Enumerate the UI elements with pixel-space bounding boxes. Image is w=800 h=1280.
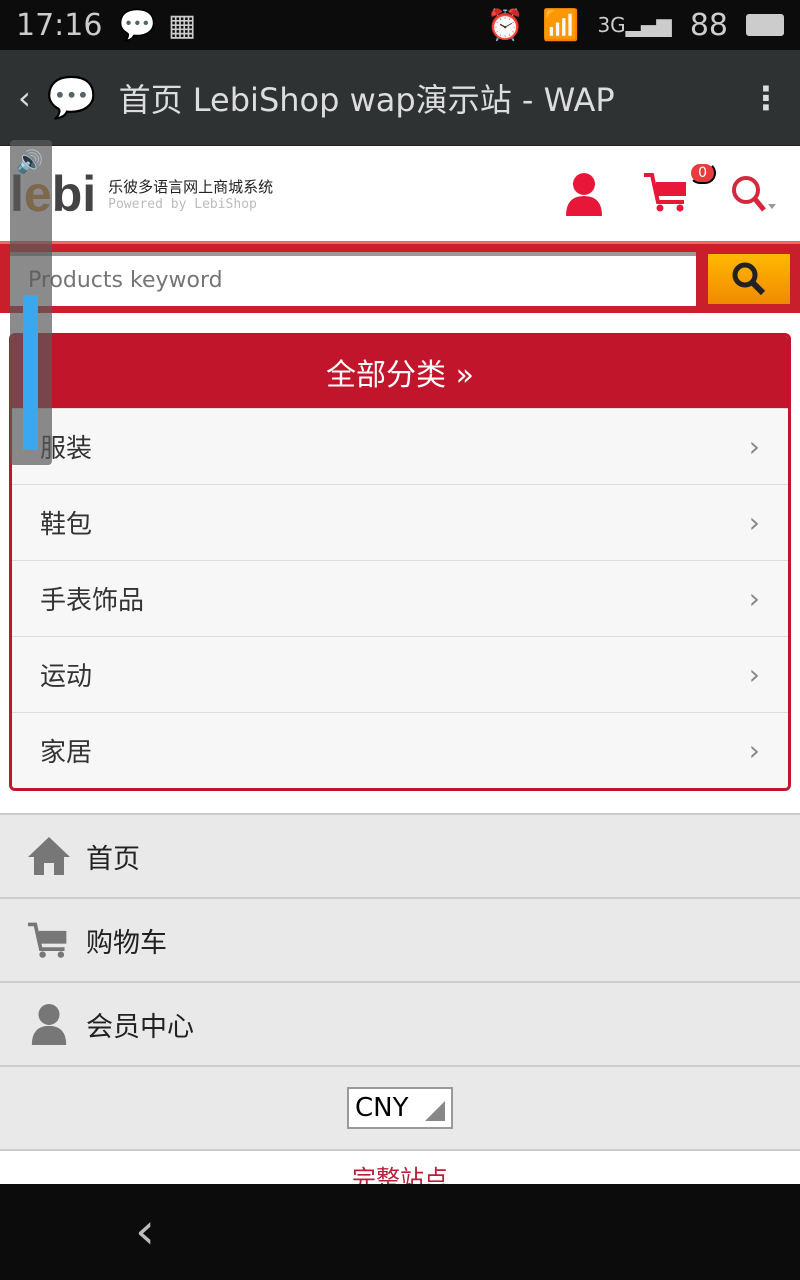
chat-icon: 💬 [118, 7, 156, 43]
site-header: lebi 乐彼多语言网上商城系统 Powered by LebiShop 0 [0, 146, 800, 241]
clock: 17:16 [16, 7, 103, 43]
chevron-right-icon: › [748, 430, 760, 463]
nav-label: 首页 [86, 843, 140, 875]
speaker-icon: 🔊 [16, 150, 44, 175]
all-categories-link[interactable]: 全部分类 » [12, 336, 788, 408]
search-input[interactable] [10, 251, 696, 306]
nav-cart[interactable]: 购物车 [0, 899, 800, 983]
more-menu-button[interactable]: ⋮ [750, 79, 782, 117]
user-icon[interactable] [564, 172, 604, 216]
powered-by: Powered by LebiShop [108, 196, 257, 212]
chevron-right-icon: › [748, 734, 760, 767]
wechat-icon: 💬 [46, 75, 97, 121]
search-icon[interactable] [730, 174, 776, 214]
slogan: 乐彼多语言网上商城系统 [108, 177, 274, 196]
category-item[interactable]: 运动 › [12, 636, 788, 712]
cart-button[interactable]: 0 [644, 161, 716, 216]
system-back-button[interactable]: ‹ [135, 1202, 155, 1260]
battery-level: 88 [689, 7, 728, 43]
category-panel: 全部分类 » 服装 › 鞋包 › 手表饰品 › 运动 › 家居 › [9, 333, 791, 791]
category-item[interactable]: 鞋包 › [12, 484, 788, 560]
cart-icon [644, 172, 686, 211]
nav-label: 会员中心 [86, 1011, 194, 1043]
nav-member[interactable]: 会员中心 [0, 983, 800, 1067]
category-label: 鞋包 [40, 510, 93, 540]
wifi-icon: 📶 [542, 7, 580, 43]
nav-home[interactable]: 首页 [0, 815, 800, 899]
dropdown-arrow-icon [425, 1101, 445, 1121]
bottom-nav: 首页 购物车 会员中心 CNY 完整站点 [0, 813, 800, 1194]
status-bar: 17:16 💬 ▦ ⏰ 📶 3G▂▄▆ 88 [0, 0, 800, 50]
alarm-icon: ⏰ [486, 7, 525, 43]
battery-icon [746, 14, 784, 36]
volume-level [23, 295, 38, 450]
category-label: 家居 [40, 738, 93, 768]
search-bar [0, 241, 800, 313]
chevron-right-icon: › [748, 658, 760, 691]
system-nav-bar: ‹ [0, 1184, 800, 1280]
category-item[interactable]: 手表饰品 › [12, 560, 788, 636]
user-icon [31, 1003, 67, 1045]
chevron-right-icon: › [748, 506, 760, 539]
page-title: 首页 LebiShop wap演示站 - WAP [118, 80, 615, 119]
cart-count-badge: 0 [689, 161, 716, 184]
currency-value: CNY [355, 1093, 409, 1123]
signal-icon: 3G▂▄▆ [597, 13, 672, 37]
chevron-right-icon: › [748, 582, 760, 615]
category-label: 手表饰品 [40, 586, 145, 616]
cart-icon [28, 922, 67, 958]
back-button[interactable]: ‹ [18, 79, 31, 117]
nav-label: 购物车 [86, 927, 167, 959]
search-button[interactable] [708, 253, 790, 304]
home-icon [28, 837, 70, 875]
currency-row: CNY [0, 1067, 800, 1151]
category-item[interactable]: 家居 › [12, 712, 788, 788]
volume-overlay[interactable]: 🔊 [10, 140, 52, 465]
category-item[interactable]: 服装 › [12, 408, 788, 484]
currency-select[interactable]: CNY [347, 1087, 453, 1129]
category-label: 运动 [40, 662, 93, 692]
search-icon [732, 262, 766, 295]
grid-icon: ▦ [167, 7, 197, 43]
app-bar: ‹ 💬 首页 LebiShop wap演示站 - WAP ⋮ [0, 50, 800, 146]
